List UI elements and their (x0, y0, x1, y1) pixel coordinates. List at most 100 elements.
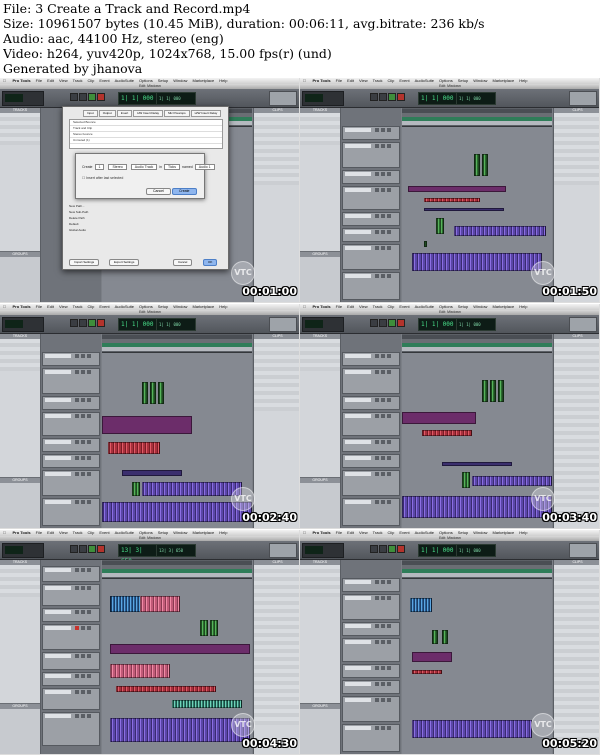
track-solo-button[interactable] (81, 654, 85, 658)
audio-clip[interactable] (110, 718, 250, 742)
audio-clip[interactable] (436, 218, 444, 234)
track-name-field[interactable]: Audio 1 (194, 164, 215, 170)
track-solo-button[interactable] (81, 714, 85, 718)
audio-clip[interactable] (402, 412, 476, 424)
track-header[interactable] (42, 412, 100, 436)
track-rec-button[interactable] (375, 172, 379, 176)
track-solo-button[interactable] (81, 370, 85, 374)
audio-clip[interactable] (424, 241, 427, 247)
grid-nudge-controls[interactable] (269, 543, 297, 558)
track-mute-button[interactable] (87, 500, 91, 504)
track-name-field[interactable] (345, 624, 371, 628)
track-rec-button[interactable] (75, 674, 79, 678)
track-name-field[interactable] (45, 414, 71, 418)
track-header[interactable] (342, 126, 400, 140)
track-rec-button[interactable] (75, 568, 79, 572)
track-solo-button[interactable] (381, 230, 385, 234)
track-solo-button[interactable] (81, 354, 85, 358)
grid-nudge-controls[interactable] (569, 543, 597, 558)
track-solo-button[interactable] (381, 666, 385, 670)
audio-clip[interactable] (490, 380, 496, 402)
track-rec-button[interactable] (375, 370, 379, 374)
rec-button[interactable] (97, 93, 105, 101)
track-list-item[interactable] (0, 367, 40, 371)
track-rec-button[interactable] (375, 440, 379, 444)
group-item[interactable] (300, 709, 340, 713)
track-name-field[interactable] (45, 500, 71, 504)
track-header[interactable] (342, 228, 400, 242)
audio-clip[interactable] (472, 476, 552, 486)
track-mute-button[interactable] (387, 128, 391, 132)
track-solo-button[interactable] (381, 128, 385, 132)
track-solo-button[interactable] (381, 596, 385, 600)
track-solo-button[interactable] (381, 682, 385, 686)
group-item[interactable] (300, 483, 340, 487)
track-mute-button[interactable] (387, 472, 391, 476)
track-name-field[interactable] (345, 246, 371, 250)
track-rec-button[interactable] (375, 274, 379, 278)
track-rec-button[interactable] (375, 624, 379, 628)
track-rec-button[interactable] (375, 230, 379, 234)
dialog-ok-button[interactable]: OK (203, 259, 218, 266)
track-mute-button[interactable] (387, 666, 391, 670)
track-list-item[interactable] (300, 367, 340, 371)
track-rec-button[interactable] (75, 654, 79, 658)
dialog-tab[interactable]: Insert (116, 110, 133, 117)
track-rec-button[interactable] (75, 414, 79, 418)
rec-button[interactable] (97, 545, 105, 553)
track-solo-button[interactable] (81, 456, 85, 460)
track-header[interactable] (342, 622, 400, 636)
clip-list-item[interactable] (254, 181, 299, 185)
audio-clip[interactable] (102, 416, 192, 434)
track-mute-button[interactable] (87, 690, 91, 694)
track-solo-button[interactable] (81, 398, 85, 402)
track-mute-button[interactable] (387, 596, 391, 600)
track-name-field[interactable] (345, 726, 371, 730)
track-name-field[interactable] (345, 354, 371, 358)
track-name-field[interactable] (345, 214, 371, 218)
track-solo-button[interactable] (381, 624, 385, 628)
track-name-field[interactable] (45, 440, 71, 444)
track-name-field[interactable] (345, 500, 371, 504)
audio-clip[interactable] (122, 470, 182, 476)
audio-clip[interactable] (424, 198, 480, 202)
import-settings-button[interactable]: Import Settings (69, 259, 100, 266)
track-rec-button[interactable] (75, 714, 79, 718)
track-mute-button[interactable] (87, 714, 91, 718)
track-mute-button[interactable] (87, 440, 91, 444)
rewind-button[interactable] (370, 545, 378, 553)
track-mute-button[interactable] (387, 456, 391, 460)
track-name-field[interactable] (345, 398, 371, 402)
track-mute-button[interactable] (387, 214, 391, 218)
track-solo-button[interactable] (81, 414, 85, 418)
track-solo-button[interactable] (81, 440, 85, 444)
track-solo-button[interactable] (381, 214, 385, 218)
track-name-field[interactable] (45, 370, 71, 374)
track-mute-button[interactable] (387, 144, 391, 148)
track-mute-button[interactable] (387, 698, 391, 702)
audio-clip[interactable] (482, 380, 488, 402)
audio-clip[interactable] (462, 472, 470, 488)
track-header[interactable] (342, 352, 400, 366)
track-header[interactable] (342, 696, 400, 722)
audio-clip[interactable] (116, 686, 216, 692)
audio-clip[interactable] (442, 630, 448, 644)
track-rec-button[interactable] (375, 682, 379, 686)
audio-clip[interactable] (498, 380, 504, 402)
track-header[interactable] (42, 652, 100, 670)
track-name-field[interactable] (345, 456, 371, 460)
audio-clip[interactable] (108, 442, 160, 454)
track-solo-button[interactable] (381, 640, 385, 644)
track-mute-button[interactable] (387, 274, 391, 278)
track-mute-button[interactable] (387, 624, 391, 628)
track-solo-button[interactable] (381, 354, 385, 358)
zoom-controls[interactable] (302, 91, 344, 106)
track-solo-button[interactable] (81, 610, 85, 614)
zoom-controls[interactable] (2, 91, 44, 106)
track-rec-button[interactable] (75, 610, 79, 614)
dialog-cancel-button[interactable]: Cancel (173, 259, 193, 266)
cancel-button[interactable]: Cancel (146, 188, 171, 195)
channel-format-select[interactable]: Stereo (108, 164, 127, 170)
track-solo-button[interactable] (81, 586, 85, 590)
timebase-select[interactable]: Ticks (164, 164, 181, 170)
